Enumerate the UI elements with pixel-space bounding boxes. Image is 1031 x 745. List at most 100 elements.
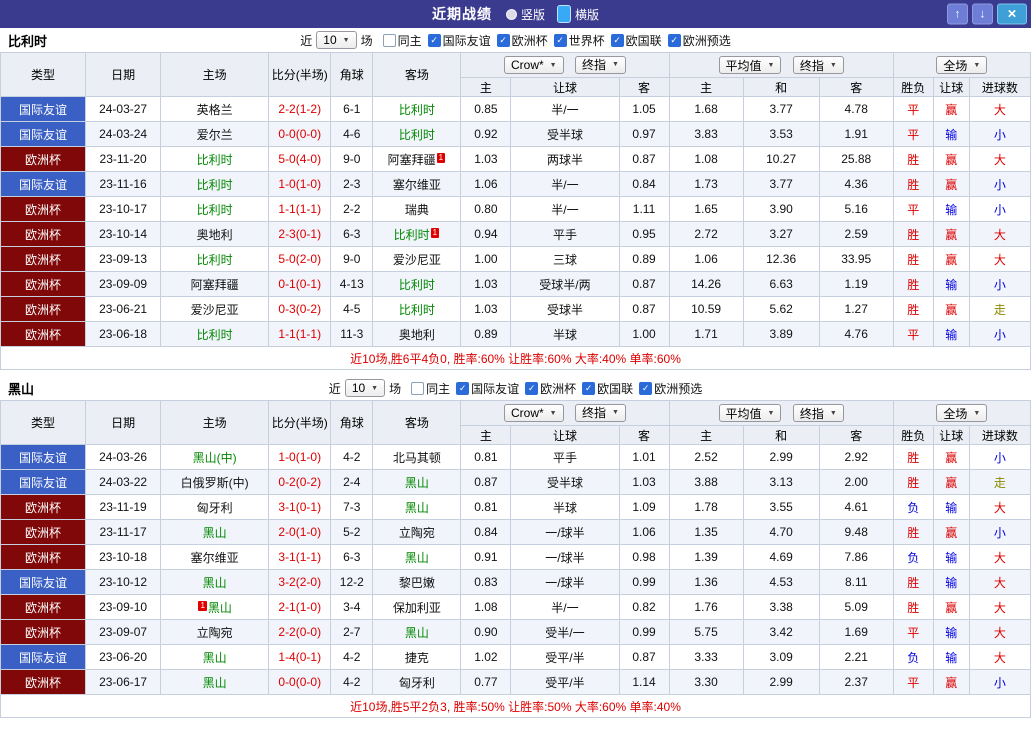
result-goals: 大: [968, 246, 1031, 272]
odds-away: 0.97: [618, 121, 670, 147]
match-row: 欧洲杯 23-10-14 奥地利 2-3(0-1) 6-3 比利时 1 0.94 平手 0.95 2…: [0, 221, 1031, 247]
avg-stage-select[interactable]: 终指 ▼: [792, 56, 844, 74]
filter-checkbox[interactable]: ✓ 欧洲杯: [496, 32, 548, 49]
filter-checkbox[interactable]: ✓ 欧洲预选: [667, 32, 731, 49]
move-up-button[interactable]: ↑: [947, 3, 968, 25]
avg-select[interactable]: 平均值 ▼: [718, 404, 782, 422]
odds-handicap-line: 受半球: [510, 469, 620, 495]
move-down-button[interactable]: ↓: [972, 3, 993, 25]
games-label: 场: [360, 33, 373, 48]
corners: 5-2: [330, 519, 374, 545]
radio-label: 横版: [575, 7, 600, 22]
odds-home: 0.77: [460, 669, 512, 695]
filter-checkbox[interactable]: ✓ 欧国联: [610, 32, 662, 49]
chevron-down-icon: ▼: [549, 61, 557, 69]
match-score: 0-1(0-1): [268, 271, 332, 297]
team-label: 黑山: [202, 575, 227, 590]
filter-checkbox[interactable]: ✓ 国际友谊: [427, 32, 491, 49]
competition-tag: 欧洲杯: [0, 494, 87, 520]
odds-columns-group: Crow* ▼ 终指 ▼: [460, 400, 670, 426]
match-date: 23-06-17: [85, 669, 162, 695]
match-row: 国际友谊 24-03-27 英格兰 2-2(1-2) 6-1 比利时 0.85 半/一 1.05…: [0, 96, 1031, 122]
team-label: 比利时: [398, 102, 435, 117]
avg-draw-odds: 3.55: [742, 494, 820, 520]
avg-draw-odds: 3.77: [742, 171, 820, 197]
avg-draw-odds: 3.53: [742, 121, 820, 147]
match-count-select[interactable]: 10 ▼: [316, 31, 357, 49]
odds-company-select[interactable]: Crow* ▼: [504, 56, 564, 75]
fulltime-select[interactable]: 全场 ▼: [936, 56, 988, 74]
fulltime-select-value: 全场: [943, 58, 968, 73]
result-outcome: 胜: [892, 569, 934, 595]
col-header-away: 客场: [372, 400, 462, 445]
filter-checkbox[interactable]: ✓ 世界杯: [553, 32, 605, 49]
checkbox-label: 欧洲杯: [540, 381, 577, 396]
odds-away: 0.87: [618, 644, 670, 670]
filter-checkbox[interactable]: 同主: [382, 32, 422, 49]
chevron-down-icon: ▼: [767, 61, 775, 69]
avg-draw-odds: 3.09: [742, 644, 820, 670]
filter-checkbox[interactable]: ✓ 欧洲杯: [525, 380, 576, 397]
odds-company-value: Crow*: [511, 406, 544, 421]
checkbox-label: 欧洲预选: [682, 33, 731, 48]
match-score: 1-0(1-0): [268, 444, 332, 470]
avg-draw-odds: 3.77: [742, 96, 820, 122]
avg-home-odds: 2.52: [668, 444, 744, 470]
chevron-down-icon: ▼: [973, 61, 981, 69]
subcol-outcome: 胜负: [892, 77, 934, 97]
match-date: 23-10-12: [85, 569, 162, 595]
avg-stage-select[interactable]: 终指 ▼: [792, 404, 844, 422]
col-header-date: 日期: [85, 400, 162, 445]
odds-handicap-line: 受半球: [510, 121, 620, 147]
filter-checkbox[interactable]: 同主: [411, 380, 450, 397]
away-team: 比利时: [372, 296, 462, 322]
red-card-icon: 1: [198, 600, 207, 611]
filter-checkbox[interactable]: ✓ 国际友谊: [456, 380, 519, 397]
checkbox-label: 欧国联: [597, 381, 634, 396]
home-team: 匈牙利: [160, 494, 270, 520]
avg-away-odds: 1.19: [818, 271, 894, 297]
competition-tag: 国际友谊: [0, 96, 87, 122]
match-count-select[interactable]: 10 ▼: [344, 379, 386, 397]
layout-radio[interactable]: 竖版: [505, 6, 545, 23]
odds-home: 0.87: [460, 469, 512, 495]
odds-stage-select[interactable]: 终指 ▼: [574, 55, 626, 74]
away-team: 保加利亚: [372, 594, 462, 620]
close-button[interactable]: ×: [997, 3, 1027, 25]
result-outcome: 负: [892, 494, 934, 520]
odds-company-select[interactable]: Crow* ▼: [504, 404, 564, 423]
team-label: 匈牙利: [196, 500, 233, 515]
avg-draw-odds: 3.90: [742, 196, 820, 222]
fulltime-select[interactable]: 全场 ▼: [936, 404, 988, 422]
team-label: 黑山: [207, 600, 232, 615]
result-outcome: 平: [892, 669, 934, 695]
away-team: 北马其顿: [372, 444, 462, 470]
chevron-down-icon: ▼: [371, 384, 379, 392]
filter-checkbox[interactable]: ✓ 欧国联: [582, 380, 633, 397]
chevron-down-icon: ▼: [342, 36, 350, 44]
match-score: 0-0(0-0): [268, 121, 332, 147]
title-bar: 近期战绩 竖版 横版 ↑ ↓ ×: [0, 0, 1031, 28]
avg-home-odds: 3.30: [668, 669, 744, 695]
avg-away-odds: 8.11: [818, 569, 894, 595]
filter-bar: 比利时 近 10 ▼ 场 同主 ✓ 国际友谊 ✓ 欧洲杯 ✓ 世界杯 ✓ 欧国联 ✓ 欧洲预选: [0, 28, 1031, 52]
match-score: 1-1(1-1): [268, 196, 332, 222]
match-date: 24-03-27: [85, 96, 162, 122]
chevron-down-icon: ▼: [973, 409, 981, 417]
layout-radio[interactable]: 横版: [557, 5, 599, 23]
filter-checkbox[interactable]: ✓ 欧洲预选: [639, 380, 702, 397]
subcol-handicap-result: 让球: [932, 425, 970, 445]
corners: 3-4: [330, 594, 374, 620]
competition-tag: 欧洲杯: [0, 619, 87, 645]
odds-stage-select[interactable]: 终指 ▼: [574, 403, 626, 422]
odds-away: 1.01: [618, 444, 670, 470]
corners: 4-2: [330, 669, 374, 695]
away-team: 比利时: [372, 271, 462, 297]
odds-home: 1.08: [460, 594, 512, 620]
avg-home-odds: 1.39: [668, 544, 744, 570]
away-team: 塞尔维亚: [372, 171, 462, 197]
recent-results-window: 近期战绩 竖版 横版 ↑ ↓ × 比利时 近 10 ▼ 场 同主 ✓ 国际友谊 ✓ 欧洲杯…: [0, 0, 1031, 718]
avg-select[interactable]: 平均值 ▼: [718, 56, 782, 74]
results-table: 类型 日期 主场 比分(半场) 角球 客场 Crow* ▼ 终指 ▼ 平均值 ▼…: [0, 52, 1031, 370]
filter-bar: 黑山 近 10 ▼ 场 同主 ✓ 国际友谊 ✓ 欧洲杯 ✓ 欧国联 ✓ 欧洲预选: [0, 376, 1031, 400]
